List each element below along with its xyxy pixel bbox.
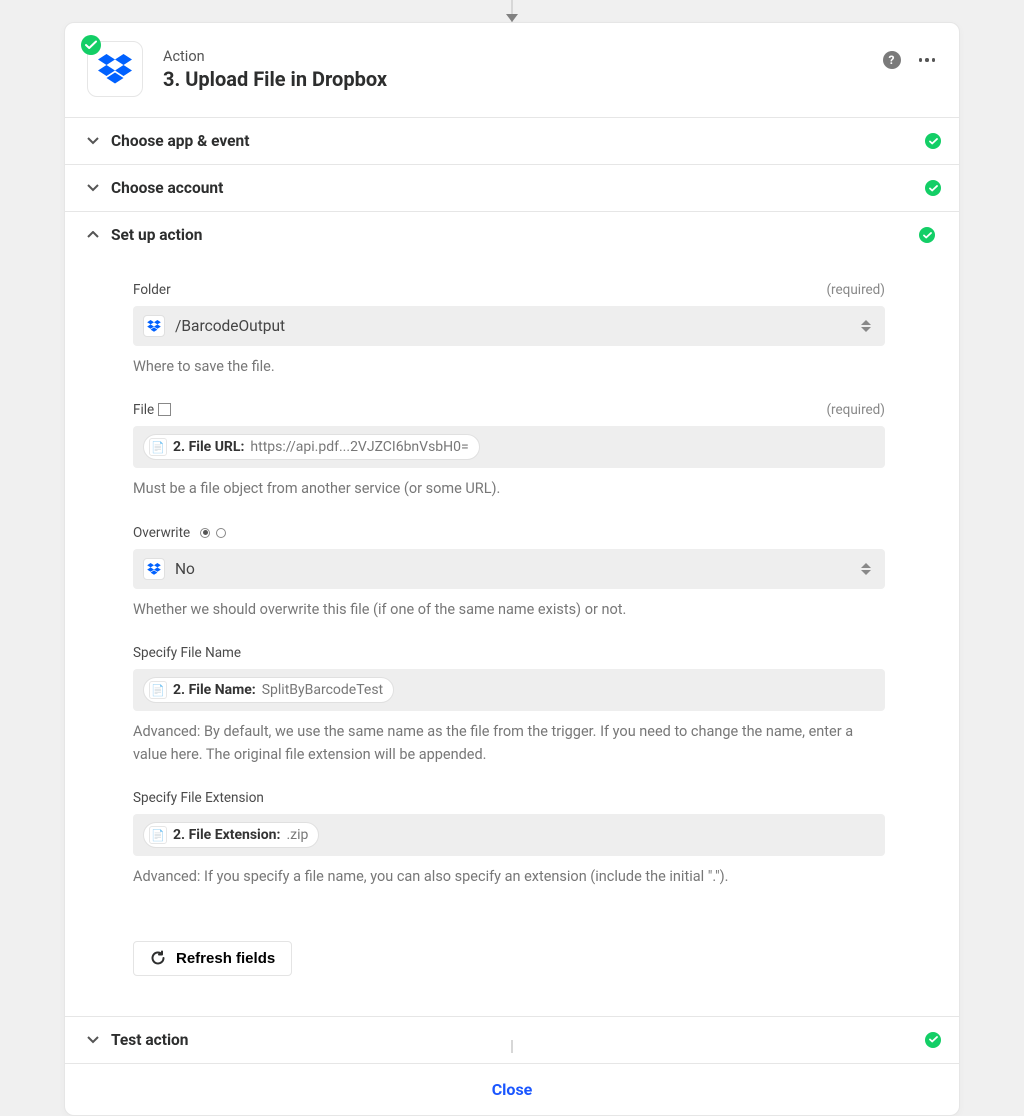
field-folder: Folder (required) /BarcodeOutput Where t… <box>133 282 885 378</box>
flow-connector-bottom <box>511 1040 513 1053</box>
refresh-label: Refresh fields <box>176 950 275 967</box>
field-label-text: Overwrite <box>133 525 190 541</box>
field-file: File (required) 📄 2. File URL: https://a… <box>133 402 885 500</box>
card-header: Action 3. Upload File in Dropbox ? <box>65 23 959 117</box>
chevron-down-icon <box>83 1036 103 1044</box>
chevron-down-icon <box>83 137 103 145</box>
mapped-value-pill[interactable]: 📄 2. File Extension: .zip <box>143 822 319 848</box>
section-title: Test action <box>111 1031 189 1049</box>
folder-value: /BarcodeOutput <box>175 317 285 335</box>
status-check-icon <box>919 227 935 243</box>
pdfco-icon: 📄 <box>149 438 167 456</box>
pdfco-icon: 📄 <box>149 681 167 699</box>
pill-label: 2. File Name: <box>173 682 256 698</box>
refresh-fields-button[interactable]: Refresh fields <box>133 941 292 976</box>
field-filename: Specify File Name 📄 2. File Name: SplitB… <box>133 645 885 766</box>
section-title: Choose account <box>111 179 223 197</box>
copy-icon <box>160 405 171 416</box>
section-choose-account[interactable]: Choose account <box>65 164 959 211</box>
app-icon <box>87 41 143 97</box>
field-hint: Must be a file object from another servi… <box>133 478 885 500</box>
section-title: Choose app & event <box>111 132 249 150</box>
dropbox-icon <box>143 315 165 337</box>
field-label: Specify File Extension <box>133 790 264 806</box>
close-button[interactable]: Close <box>492 1080 533 1099</box>
folder-select[interactable]: /BarcodeOutput <box>133 306 885 346</box>
pill-value: .zip <box>286 827 308 843</box>
pill-label: 2. File URL: <box>173 439 244 455</box>
chevron-up-icon[interactable] <box>83 231 103 239</box>
pill-label: 2. File Extension: <box>173 827 280 843</box>
required-tag: (required) <box>826 282 885 298</box>
help-icon[interactable]: ? <box>883 51 901 69</box>
header-kicker: Action <box>163 48 387 65</box>
refresh-icon <box>150 950 166 966</box>
mapped-value-pill[interactable]: 📄 2. File URL: https://api.pdf...2VJZCI6… <box>143 434 480 460</box>
status-check-icon <box>925 133 941 149</box>
filename-input[interactable]: 📄 2. File Name: SplitByBarcodeTest <box>133 669 885 711</box>
field-label: Folder <box>133 282 171 298</box>
file-input[interactable]: 📄 2. File URL: https://api.pdf...2VJZCI6… <box>133 426 885 468</box>
overwrite-select[interactable]: No <box>133 549 885 589</box>
extension-input[interactable]: 📄 2. File Extension: .zip <box>133 814 885 856</box>
section-choose-app[interactable]: Choose app & event <box>65 117 959 164</box>
radio-option[interactable] <box>200 528 210 538</box>
radio-option[interactable] <box>216 528 226 538</box>
required-tag: (required) <box>826 402 885 418</box>
pdfco-icon: 📄 <box>149 826 167 844</box>
chevron-down-icon <box>83 184 103 192</box>
boolean-radio-group[interactable] <box>200 528 226 538</box>
pill-value: https://api.pdf...2VJZCI6bnVsbH0= <box>250 439 468 455</box>
field-hint: Advanced: If you specify a file name, yo… <box>133 866 885 888</box>
field-hint: Advanced: By default, we use the same na… <box>133 721 885 766</box>
field-extension: Specify File Extension 📄 2. File Extensi… <box>133 790 885 888</box>
action-step-card: Action 3. Upload File in Dropbox ? Choos… <box>64 22 960 1116</box>
overwrite-value: No <box>175 560 195 578</box>
dropbox-icon <box>98 54 132 84</box>
field-label: File <box>133 402 171 418</box>
section-setup-action: Set up action Folder (required) /Barcode… <box>65 211 959 1016</box>
card-footer: Close <box>65 1063 959 1115</box>
field-hint: Where to save the file. <box>133 356 885 378</box>
check-icon <box>85 40 97 50</box>
sort-caret-icon <box>861 563 871 575</box>
section-title: Set up action <box>111 226 202 244</box>
more-menu-button[interactable] <box>919 58 936 62</box>
field-overwrite: Overwrite No Whether we should overwrite… <box>133 525 885 621</box>
field-label: Specify File Name <box>133 645 241 661</box>
status-check-icon <box>925 1032 941 1048</box>
sort-caret-icon <box>861 320 871 332</box>
field-hint: Whether we should overwrite this file (i… <box>133 599 885 621</box>
status-check-icon <box>925 180 941 196</box>
field-label: Overwrite <box>133 525 226 541</box>
header-title: 3. Upload File in Dropbox <box>163 67 387 91</box>
field-label-text: File <box>133 402 154 418</box>
dropbox-icon <box>143 558 165 580</box>
mapped-value-pill[interactable]: 📄 2. File Name: SplitByBarcodeTest <box>143 677 394 703</box>
status-complete-badge <box>81 35 101 55</box>
arrow-down-icon <box>506 14 518 22</box>
pill-value: SplitByBarcodeTest <box>262 682 383 698</box>
